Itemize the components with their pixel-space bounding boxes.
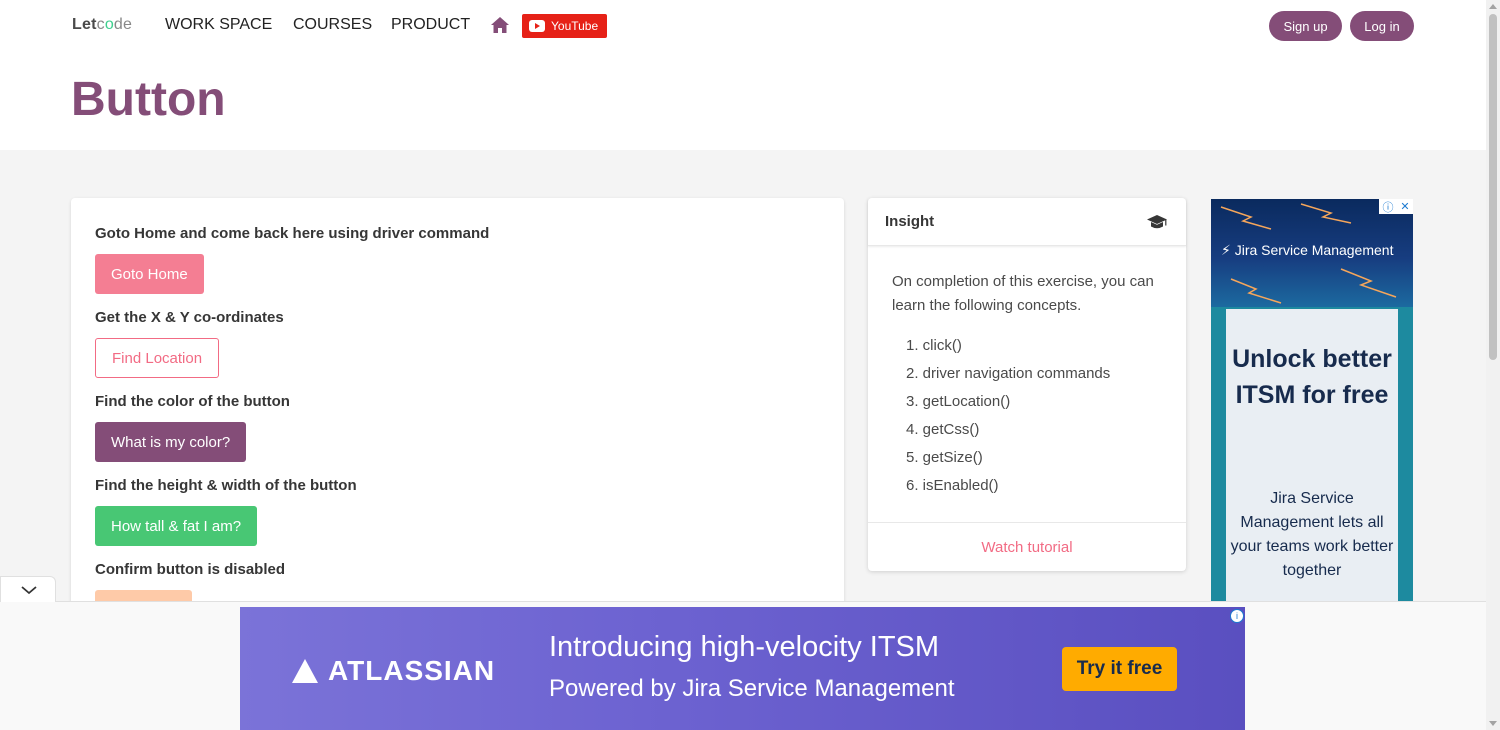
navbar: Letcode WORK SPACE COURSES PRODUCT YouTu…	[0, 0, 1486, 52]
side-advertisement[interactable]: ⚡ Jira Service Management ⓘ ✕ Unlock bett…	[1211, 199, 1413, 609]
concept-item: 5. getSize()	[906, 449, 983, 466]
atlassian-logo-text: ATLASSIAN	[328, 655, 496, 686]
info-icon: ⓘ	[1382, 201, 1394, 214]
bottom-advertisement[interactable]: ATLASSIAN Introducing high-velocity ITSM…	[240, 607, 1245, 730]
brand-text: de	[113, 16, 133, 33]
ad-choices-icon[interactable]: ⓘ ✕	[1379, 199, 1413, 214]
nav-link-courses[interactable]: COURSES	[293, 16, 372, 34]
youtube-play-icon	[529, 20, 545, 32]
concept-item: 4. getCss()	[906, 421, 980, 438]
ad-brand-text: Jira Service Management	[1234, 242, 1394, 258]
atlassian-triangle-icon	[292, 659, 318, 683]
home-icon[interactable]	[490, 16, 510, 34]
atlassian-logo: ATLASSIAN	[292, 655, 495, 687]
try-it-free-button[interactable]: Try it free	[1062, 647, 1177, 691]
scroll-thumb[interactable]	[1489, 14, 1497, 360]
youtube-label: YouTube	[551, 19, 599, 33]
goto-home-button[interactable]: Goto Home	[95, 254, 204, 294]
brand-logo[interactable]: Letcode	[72, 16, 132, 34]
nav-link-workspace[interactable]: WORK SPACE	[165, 16, 272, 34]
nav-link-product[interactable]: PRODUCT	[391, 16, 470, 34]
concept-item: 1. click()	[906, 337, 962, 354]
concept-item: 3. getLocation()	[906, 393, 1011, 410]
insight-card: Insight On completion of this exercise, …	[868, 198, 1186, 571]
watch-tutorial-link[interactable]: Watch tutorial	[868, 522, 1186, 571]
color-button[interactable]: What is my color?	[95, 422, 247, 462]
exercise-question: Goto Home and come back here using drive…	[95, 225, 490, 242]
close-icon[interactable]: ✕	[1400, 200, 1409, 213]
ad-subheadline: Powered by Jira Service Management	[549, 675, 955, 702]
size-button[interactable]: How tall & fat I am?	[95, 506, 258, 546]
brand-text: c	[96, 16, 105, 33]
chevron-down-icon	[21, 586, 37, 595]
concept-item: 2. driver navigation commands	[906, 365, 1111, 382]
brand-text: o	[104, 16, 114, 33]
insight-title: Insight	[885, 213, 935, 230]
find-location-button[interactable]: Find Location	[95, 338, 220, 378]
exercise-question: Find the height & width of the button	[95, 477, 357, 494]
login-button[interactable]: Log in	[1350, 11, 1414, 41]
insight-header: Insight	[868, 198, 1186, 246]
bottom-ad-bar: ATLASSIAN Introducing high-velocity ITSM…	[0, 601, 1486, 730]
brand-text: Let	[72, 16, 97, 33]
ad-headline: Introducing high-velocity ITSM	[549, 631, 940, 663]
exercise-question: Get the X & Y co-ordinates	[95, 309, 284, 326]
exercise-question: Find the color of the button	[95, 393, 290, 410]
ad-panel: Unlock better ITSM for free Jira Service…	[1226, 309, 1398, 609]
scroll-up-icon[interactable]	[1489, 4, 1497, 9]
collapse-ad-button[interactable]	[0, 576, 56, 602]
signup-button[interactable]: Sign up	[1269, 11, 1342, 41]
graduation-cap-icon	[1147, 215, 1167, 229]
concept-item: 6. isEnabled()	[906, 477, 999, 494]
ad-brand: ⚡ Jira Service Management	[1221, 242, 1394, 258]
ad-body: Jira Service Management lets all your te…	[1230, 490, 1394, 579]
scroll-down-icon[interactable]	[1489, 721, 1497, 726]
concept-list: 1. click() 2. driver navigation commands…	[906, 332, 1110, 500]
youtube-button[interactable]: YouTube	[522, 14, 607, 38]
insight-intro: On completion of this exercise, you can …	[892, 273, 1154, 314]
exercise-card: Goto Home and come back here using drive…	[71, 198, 844, 608]
ad-banner-image: ⚡ Jira Service Management	[1211, 199, 1413, 307]
exercise-question: Confirm button is disabled	[95, 561, 285, 578]
page-header: Button	[0, 52, 1486, 150]
ad-headline: Unlock better ITSM for free	[1232, 345, 1392, 409]
page-title: Button	[71, 73, 226, 126]
page-scrollbar[interactable]	[1486, 0, 1500, 730]
info-icon[interactable]: i	[1230, 609, 1244, 623]
